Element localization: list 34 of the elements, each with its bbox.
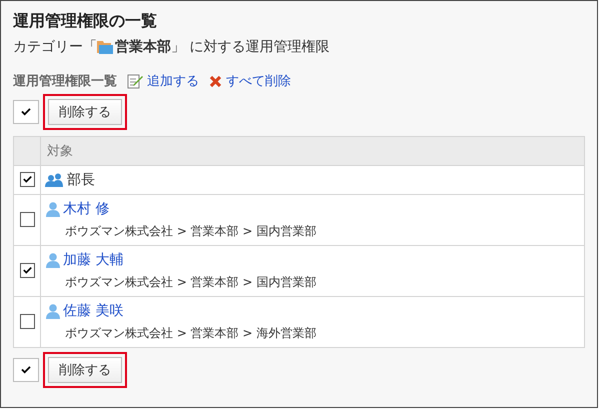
check-icon [22, 266, 32, 276]
column-header: 対象 [40, 136, 584, 166]
delete-button[interactable]: 削除する [48, 99, 122, 125]
checkbox[interactable] [20, 212, 34, 228]
department-path: ボウズマン株式会社 > 営業本部 > 海外営業部 [65, 325, 318, 342]
checkbox[interactable] [20, 314, 34, 330]
checkbox[interactable] [20, 172, 34, 188]
cross-icon [209, 74, 222, 88]
person-icon [45, 304, 61, 318]
check-icon [21, 108, 31, 116]
department-path: ボウズマン株式会社 > 営業本部 > 国内営業部 [65, 223, 318, 240]
add-link[interactable]: 追加する [147, 72, 199, 90]
category-label: 」 に対する運用管理権限 [171, 38, 330, 56]
department-path: ボウズマン株式会社 > 営業本部 > 国内営業部 [65, 274, 318, 291]
select-all-button[interactable] [13, 100, 39, 124]
user-link[interactable]: 木村 修 [63, 200, 110, 218]
section-label: 運用管理権限一覧 [13, 73, 117, 90]
person-icon [45, 252, 61, 268]
delete-all-link[interactable]: すべて削除 [226, 72, 291, 90]
checkbox[interactable] [20, 263, 34, 278]
category-label: カテゴリー「 [13, 38, 97, 56]
page-title: 運用管理権限の一覧 [13, 11, 158, 32]
folder-icon [97, 40, 113, 54]
user-link[interactable]: 佐藤 美咲 [63, 302, 124, 320]
note-pencil-icon [127, 73, 143, 89]
check-icon [21, 366, 31, 374]
check-icon [22, 175, 32, 184]
select-all-button[interactable] [13, 358, 39, 382]
user-link[interactable]: 加藤 大輔 [63, 251, 124, 269]
role-name: 部長 [67, 171, 95, 189]
person-icon [45, 202, 61, 216]
two-people-icon [45, 173, 65, 187]
category-name: 営業本部 [115, 38, 171, 56]
delete-button[interactable]: 削除する [48, 357, 122, 383]
